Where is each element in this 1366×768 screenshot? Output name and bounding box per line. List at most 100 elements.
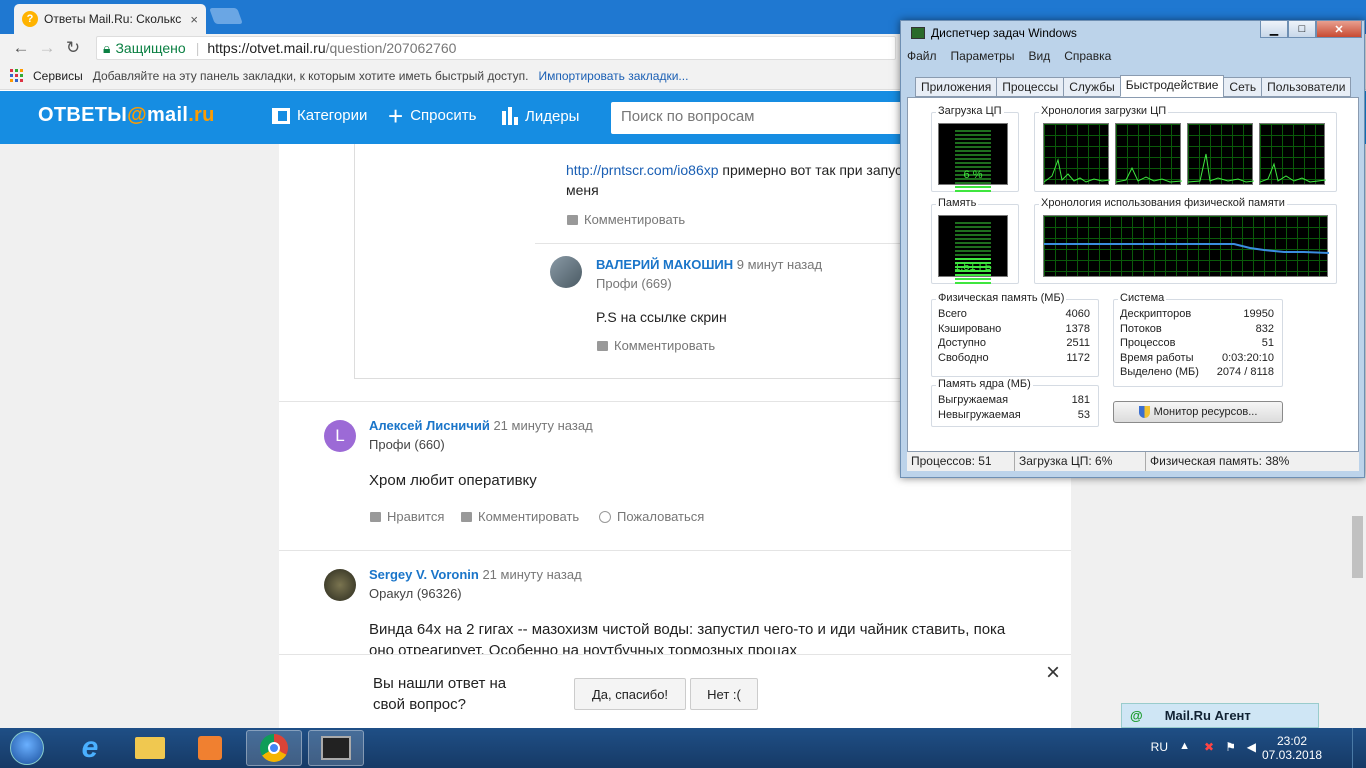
report-button[interactable]: Пожаловаться bbox=[599, 509, 704, 524]
nav-ask[interactable]: + Спросить bbox=[388, 100, 476, 131]
memory-gauge-group: Память 1,51 ГБ bbox=[931, 197, 1019, 284]
nav-leaders[interactable]: Лидеры bbox=[502, 107, 579, 125]
status-memory: Физическая память: 38% bbox=[1150, 454, 1290, 468]
status-processes: Процессов: 51 bbox=[907, 452, 1015, 471]
forward-icon[interactable]: → bbox=[34, 35, 60, 61]
cpu-history-graph bbox=[1115, 123, 1183, 185]
status-cpu: Загрузка ЦП: 6% bbox=[1015, 452, 1146, 471]
physical-memory-group: Физическая память (МБ) Всего 4060 Кэширов… bbox=[931, 292, 1099, 377]
comment-button[interactable]: Комментировать bbox=[461, 509, 579, 524]
tab-network[interactable]: Сеть bbox=[1223, 77, 1263, 97]
reply-comment-button[interactable]: Комментировать bbox=[597, 338, 715, 353]
memory-history-label: Хронология использования физической памя… bbox=[1039, 197, 1287, 209]
windows-logo-icon bbox=[10, 731, 44, 765]
stat-row: Кэшировано 1378 bbox=[938, 322, 1090, 335]
stat-row: Время работы 0:03:20:10 bbox=[1120, 351, 1274, 364]
network-icon[interactable]: ✖ bbox=[1204, 740, 1214, 754]
tab-strip: Приложения Процессы Службы Быстродействи… bbox=[915, 75, 1352, 97]
clock[interactable]: 23:02 07.03.2018 bbox=[1262, 734, 1322, 762]
language-indicator[interactable]: RU bbox=[1151, 740, 1168, 754]
import-bookmarks-link[interactable]: Импортировать закладки... bbox=[539, 69, 689, 83]
window-titlebar[interactable]: Диспетчер задач Windows ▁ □ ✕ bbox=[901, 20, 1366, 45]
address-bar[interactable]: 🔒︎ Защищено | https://otvet.mail.ru/ques… bbox=[96, 36, 896, 60]
scrollbar-thumb[interactable] bbox=[1352, 516, 1363, 578]
close-icon[interactable]: × bbox=[1046, 659, 1060, 687]
mailru-agent-bar[interactable]: @ Mail.Ru Агент bbox=[1121, 703, 1319, 728]
no-button[interactable]: Нет :( bbox=[690, 678, 758, 710]
action-center-icon[interactable]: ⚑ bbox=[1225, 740, 1236, 754]
kernel-memory-stats: Выгружаемая 181 Невыгружаемая 53 bbox=[938, 394, 1090, 423]
comment-text-cont: меня bbox=[566, 182, 599, 198]
show-desktop-button[interactable] bbox=[1352, 728, 1366, 768]
avatar[interactable]: L bbox=[324, 420, 356, 452]
like-button[interactable]: Нравится bbox=[370, 509, 444, 524]
windows-taskbar: e RU ▲ ✖ ⚑ ◀ 23:02 07.03.2018 bbox=[0, 728, 1366, 768]
url-host: https://otvet.mail.ru bbox=[207, 40, 326, 56]
apps-grid-icon[interactable] bbox=[10, 69, 23, 82]
site-logo[interactable]: ОТВЕТЫ@mail.ru bbox=[38, 104, 215, 127]
services-bookmark[interactable]: Сервисы bbox=[33, 69, 83, 83]
menu-view[interactable]: Вид bbox=[1028, 49, 1050, 63]
plus-icon: + bbox=[388, 100, 404, 131]
secure-label: Защищено bbox=[115, 40, 186, 56]
minimize-button[interactable]: ▁ bbox=[1260, 20, 1288, 38]
answer-author[interactable]: Sergey V. Voronin bbox=[369, 567, 479, 582]
close-button[interactable]: ✕ bbox=[1316, 20, 1362, 38]
cpu-gauge-group: Загрузка ЦП 6 % bbox=[931, 105, 1019, 192]
task-manager-window[interactable]: Диспетчер задач Windows ▁ □ ✕ Файл Парам… bbox=[900, 20, 1365, 478]
answer-time: 21 минуту назад bbox=[482, 567, 582, 582]
browser-tab[interactable]: ? Ответы Mail.Ru: Сколькс × bbox=[14, 4, 206, 34]
comment-icon bbox=[597, 340, 608, 351]
screenshot-link[interactable]: http://prntscr.com/io86xp bbox=[566, 162, 719, 178]
comment-button[interactable]: Комментировать bbox=[567, 212, 685, 227]
avatar[interactable] bbox=[324, 569, 356, 601]
shield-icon bbox=[1138, 406, 1150, 418]
cpu-value: 6 % bbox=[963, 169, 983, 181]
system-group: Система Дескрипторов 19950 Потоков 832 Про… bbox=[1113, 292, 1283, 387]
new-tab-button[interactable] bbox=[209, 8, 243, 24]
memory-history-graph bbox=[1043, 215, 1330, 277]
menu-file[interactable]: Файл bbox=[907, 49, 937, 63]
tab-services[interactable]: Службы bbox=[1063, 77, 1121, 97]
resource-monitor-button[interactable]: Монитор ресурсов... bbox=[1113, 401, 1283, 423]
menu-options[interactable]: Параметры bbox=[951, 49, 1015, 63]
maximize-button[interactable]: □ bbox=[1288, 20, 1316, 38]
cpu-label: Загрузка ЦП bbox=[936, 105, 1004, 117]
ie-icon[interactable]: e bbox=[62, 730, 118, 766]
reload-icon[interactable]: ↻ bbox=[60, 35, 86, 61]
memory-label: Память bbox=[936, 197, 979, 209]
tab-users[interactable]: Пользователи bbox=[1261, 77, 1352, 97]
back-icon[interactable]: ← bbox=[8, 35, 34, 61]
menu-bar: Файл Параметры Вид Справка bbox=[907, 49, 1111, 63]
menu-help[interactable]: Справка bbox=[1064, 49, 1111, 63]
search-input[interactable]: Поиск по вопросам bbox=[611, 102, 911, 134]
report-icon bbox=[599, 510, 611, 523]
nav-categories[interactable]: Категории bbox=[272, 107, 367, 124]
tray-arrow-icon[interactable]: ▲ bbox=[1179, 740, 1190, 752]
speaker-icon[interactable]: ◀ bbox=[1247, 740, 1256, 754]
answer-rank: Оракул (96326) bbox=[369, 586, 462, 601]
physical-memory-stats: Всего 4060 Кэшировано 1378 Доступно 2511 Св… bbox=[938, 308, 1090, 366]
tab-performance[interactable]: Быстродействие bbox=[1119, 75, 1225, 97]
answer-author[interactable]: Алексей Лисничий bbox=[369, 418, 490, 433]
memory-value: 1,51 ГБ bbox=[954, 261, 992, 273]
avatar[interactable] bbox=[550, 256, 582, 288]
start-button[interactable] bbox=[4, 729, 50, 767]
tab-title: Ответы Mail.Ru: Сколькс bbox=[44, 12, 182, 26]
agent-label: Mail.Ru Агент bbox=[1164, 708, 1251, 723]
reply-author[interactable]: ВАЛЕРИЙ МАКОШИН bbox=[596, 257, 733, 272]
answer-divider bbox=[279, 550, 1071, 551]
tab-applications[interactable]: Приложения bbox=[915, 77, 998, 97]
media-player-icon[interactable] bbox=[182, 730, 238, 766]
cpu-history-label: Хронология загрузки ЦП bbox=[1039, 105, 1169, 117]
cpu-history-graph bbox=[1187, 123, 1255, 185]
yes-button[interactable]: Да, спасибо! bbox=[574, 678, 686, 710]
tab-processes[interactable]: Процессы bbox=[996, 77, 1065, 97]
explorer-icon[interactable] bbox=[122, 730, 178, 766]
chrome-icon[interactable] bbox=[246, 730, 302, 766]
memory-gauge: 1,51 ГБ bbox=[938, 215, 1008, 284]
taskmgr-icon[interactable] bbox=[308, 730, 364, 766]
cpu-history-graph bbox=[1043, 123, 1111, 185]
stat-row: Процессов 51 bbox=[1120, 337, 1274, 349]
tab-close-icon[interactable]: × bbox=[190, 12, 198, 27]
